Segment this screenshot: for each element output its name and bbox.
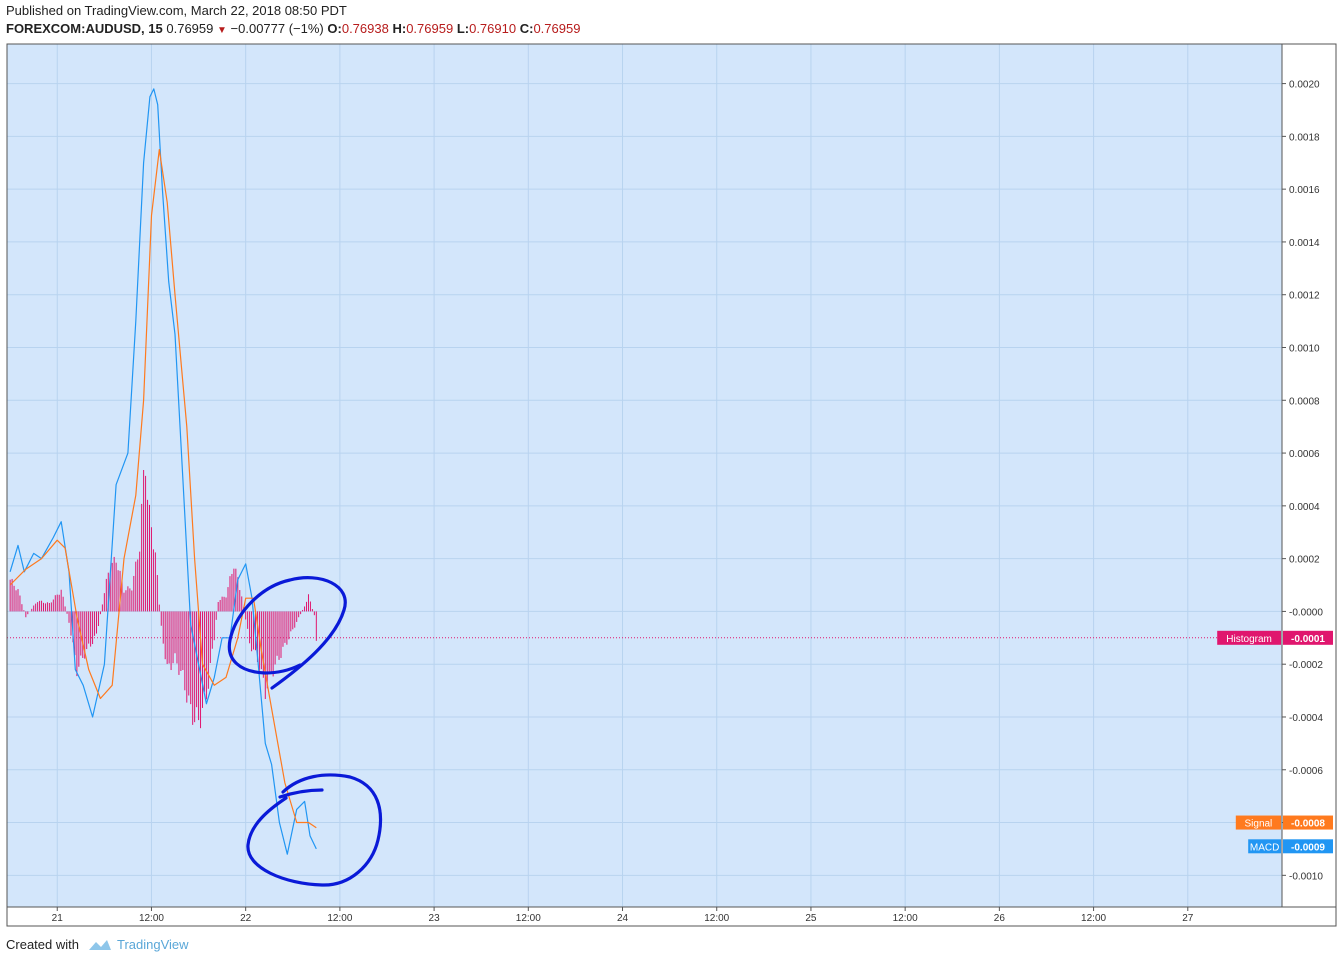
x-tick-label: 12:00 bbox=[893, 913, 918, 924]
y-tick-label: -0.0004 bbox=[1289, 713, 1323, 724]
macd-chart[interactable]: 0.0020 0.0018 0.0016 0.0014 0.0012 0.0010 0.00… bbox=[0, 0, 1338, 963]
price-scale[interactable] bbox=[1282, 44, 1336, 907]
x-tick-label: 27 bbox=[1182, 913, 1194, 924]
y-tick-label: 0.0008 bbox=[1289, 396, 1320, 407]
y-tick-label: -0.0000 bbox=[1289, 607, 1323, 618]
y-tick-label: 0.0010 bbox=[1289, 344, 1320, 355]
y-tick-label: 0.0004 bbox=[1289, 502, 1320, 513]
x-tick-label: 21 bbox=[52, 913, 64, 924]
x-tick-label: 12:00 bbox=[516, 913, 541, 924]
plot-area[interactable] bbox=[7, 44, 1282, 907]
last-value-number: -0.0001 bbox=[1291, 634, 1325, 645]
y-tick-label: -0.0010 bbox=[1289, 871, 1323, 882]
x-tick-label: 22 bbox=[240, 913, 252, 924]
x-tick-label: 23 bbox=[429, 913, 441, 924]
x-tick-label: 24 bbox=[617, 913, 629, 924]
created-with-text: Created with bbox=[6, 937, 79, 952]
x-tick-label: 12:00 bbox=[139, 913, 164, 924]
tradingview-logo-icon bbox=[88, 939, 111, 950]
last-value-series-name: Histogram bbox=[1226, 634, 1272, 645]
last-value-number: -0.0009 bbox=[1291, 842, 1325, 853]
y-tick-label: 0.0002 bbox=[1289, 555, 1320, 566]
y-tick-label: -0.0006 bbox=[1289, 766, 1323, 777]
x-tick-label: 12:00 bbox=[327, 913, 352, 924]
y-tick-label: 0.0014 bbox=[1289, 238, 1320, 249]
y-tick-label: 0.0018 bbox=[1289, 132, 1320, 143]
last-value-series-name: Signal bbox=[1244, 819, 1272, 830]
y-tick-label: 0.0016 bbox=[1289, 185, 1320, 196]
last-value-series-name: MACD bbox=[1250, 842, 1279, 853]
y-tick-label: 0.0006 bbox=[1289, 449, 1320, 460]
x-tick-label: 25 bbox=[805, 913, 817, 924]
x-tick-label: 12:00 bbox=[704, 913, 729, 924]
x-tick-label: 26 bbox=[994, 913, 1006, 924]
y-tick-label: -0.0002 bbox=[1289, 660, 1323, 671]
footer: Created with TradingView bbox=[6, 937, 189, 952]
x-tick-label: 12:00 bbox=[1081, 913, 1106, 924]
last-value-number: -0.0008 bbox=[1291, 819, 1325, 830]
y-tick-label: 0.0012 bbox=[1289, 291, 1320, 302]
y-tick-label: 0.0020 bbox=[1289, 80, 1320, 91]
tradingview-brand-link[interactable]: TradingView bbox=[117, 937, 189, 952]
